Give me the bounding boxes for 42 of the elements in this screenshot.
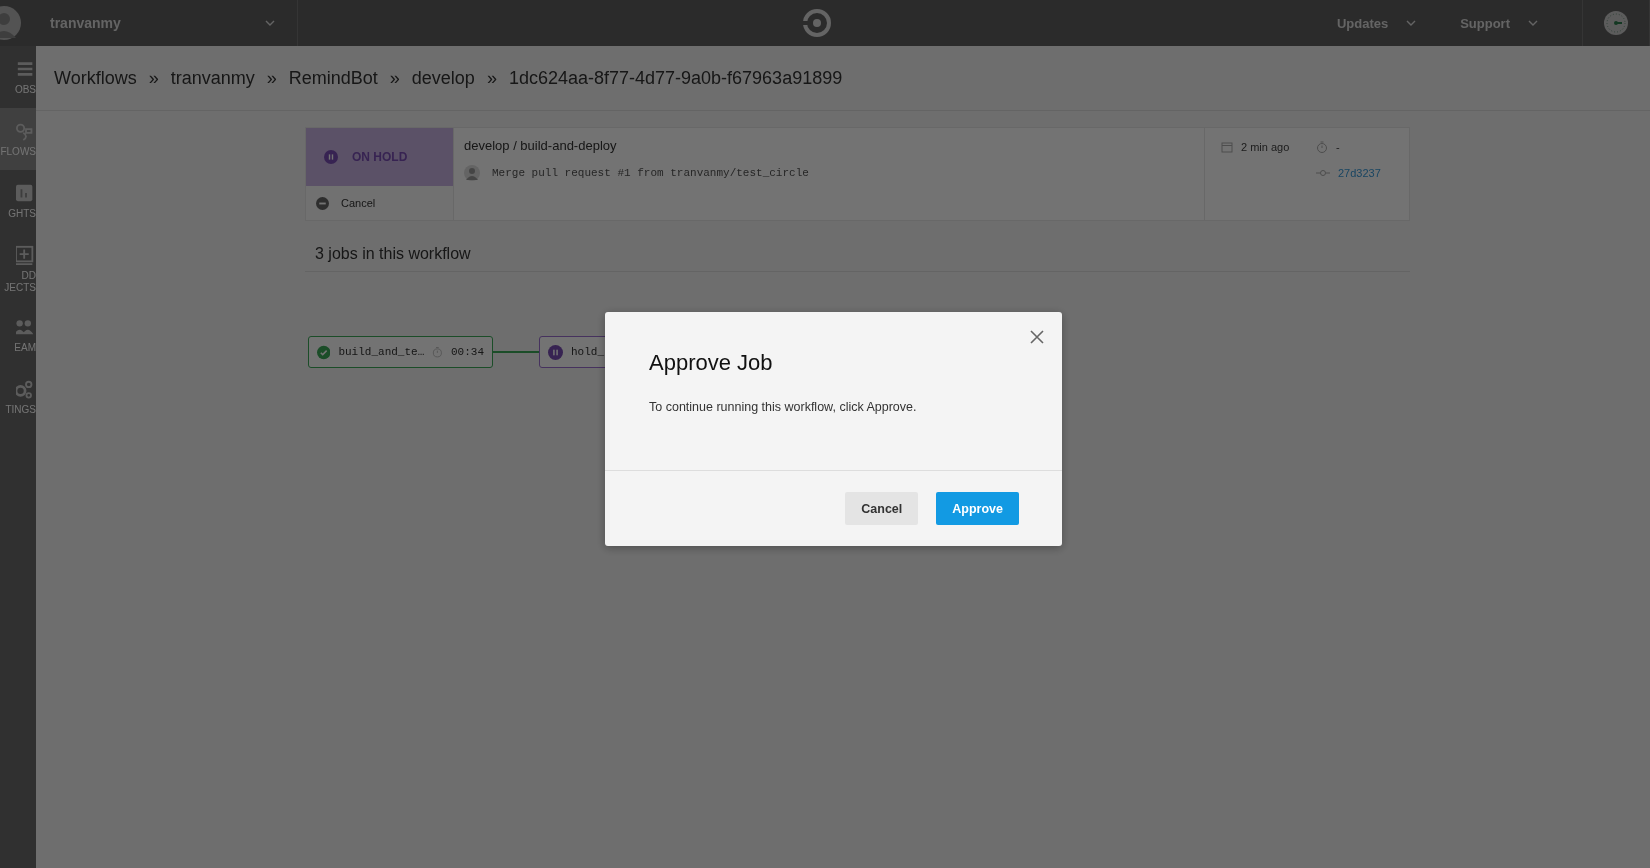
- gauge-icon[interactable]: [1603, 10, 1629, 36]
- breadcrumb-link[interactable]: tranvanmy: [170, 67, 255, 89]
- chevron-down-icon: [1406, 20, 1417, 26]
- close-button[interactable]: [1030, 330, 1044, 344]
- chevron-down-icon: [265, 20, 275, 26]
- breadcrumb-separator: »: [486, 67, 497, 89]
- workflow-title[interactable]: develop / build-and-deploy: [464, 138, 1194, 153]
- approve-button[interactable]: Approve: [936, 492, 1019, 525]
- breadcrumb-separator: »: [148, 67, 159, 89]
- timer-icon: [1316, 141, 1328, 153]
- start-time: 2 min ago: [1241, 141, 1290, 153]
- job-node[interactable]: build_and_te… 00:34: [308, 336, 493, 368]
- logo-icon[interactable]: [803, 9, 832, 37]
- pause-circle-icon: [548, 344, 563, 360]
- add-icon: [16, 244, 36, 266]
- breadcrumb-link[interactable]: RemindBot: [288, 67, 378, 89]
- timer-icon: [432, 346, 443, 358]
- commit-message: Merge pull request #1 from tranvanmy/test_circle: [492, 167, 809, 179]
- duration: -: [1336, 141, 1340, 153]
- sidebar-item[interactable]: OBS: [0, 46, 36, 108]
- check-circle-icon: [317, 344, 331, 360]
- pause-circle-icon: [324, 150, 338, 164]
- commit-icon: [1316, 169, 1330, 177]
- dialog-title: Approve Job: [649, 350, 774, 376]
- breadcrumb-link[interactable]: Workflows: [54, 67, 137, 89]
- breadcrumb-separator: »: [266, 67, 277, 89]
- user-avatar-icon: [464, 165, 480, 181]
- calendar-icon: [1221, 141, 1233, 153]
- sidebar-item[interactable]: EAM: [0, 304, 36, 366]
- breadcrumb-link[interactable]: develop: [411, 67, 475, 89]
- cancel-button[interactable]: Cancel: [845, 492, 919, 525]
- dialog-message: To continue running this workflow, click Approve.: [649, 400, 918, 414]
- breadcrumb-link[interactable]: 1dc624aa-8f77-4d77-9a0b-f67963a91899: [508, 67, 843, 89]
- sidebar-item[interactable]: TINGS: [0, 366, 36, 428]
- commit-link[interactable]: 27d3237: [1338, 167, 1381, 179]
- minus-circle-icon: [316, 196, 329, 210]
- chevron-down-icon: [1528, 20, 1538, 26]
- section-heading: 3 jobs in this workflow: [305, 245, 1410, 272]
- avatar-icon[interactable]: [0, 6, 22, 40]
- sidebar-item[interactable]: GHTS: [0, 170, 36, 232]
- close-icon: [1030, 330, 1044, 344]
- breadcrumb-separator: »: [389, 67, 400, 89]
